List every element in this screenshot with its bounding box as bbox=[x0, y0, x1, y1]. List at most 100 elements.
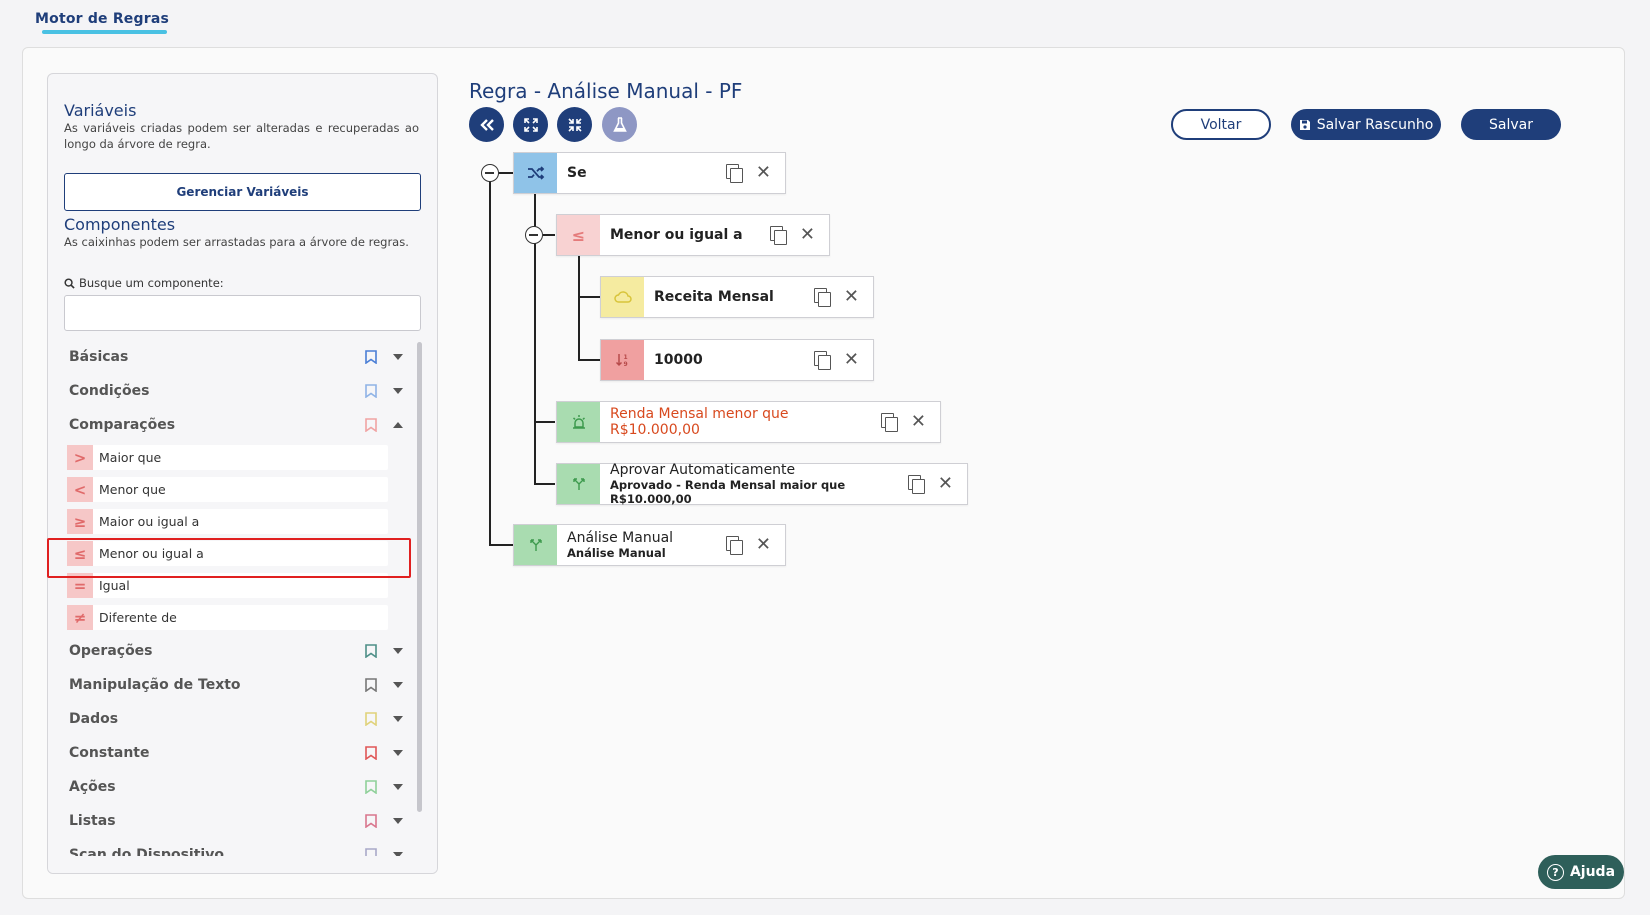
category-basicas[interactable]: Básicas bbox=[48, 340, 418, 374]
variables-description: As variáveis criadas podem ser alteradas… bbox=[64, 121, 419, 151]
close-icon[interactable]: ✕ bbox=[911, 413, 926, 431]
category-comparacoes[interactable]: Comparações bbox=[48, 408, 418, 442]
component-item[interactable]: ≥ Maior ou igual a bbox=[48, 506, 418, 538]
component-label: Igual bbox=[99, 578, 130, 593]
caret-down-icon[interactable] bbox=[393, 648, 403, 654]
category-manipulacao-texto[interactable]: Manipulação de Texto bbox=[48, 668, 418, 702]
category-dados[interactable]: Dados bbox=[48, 702, 418, 736]
tree-node-approve[interactable]: Aprovar Automaticamente Aprovado - Renda… bbox=[556, 462, 968, 506]
tree-node-constant[interactable]: 19 10000 ✕ bbox=[600, 339, 874, 381]
copy-icon[interactable] bbox=[880, 413, 898, 432]
component-item[interactable]: = Igual bbox=[48, 570, 418, 602]
manage-variables-button[interactable]: Gerenciar Variáveis bbox=[64, 173, 421, 211]
search-label: Busque um componente: bbox=[64, 276, 224, 290]
node-sublabel: Aprovado - Renda Mensal maior que R$10.0… bbox=[610, 478, 846, 506]
tree-connector bbox=[534, 483, 555, 485]
collapse-toggle[interactable] bbox=[481, 164, 499, 182]
node-label: Aprovar Automaticamente bbox=[610, 462, 796, 478]
component-item[interactable]: < Menor que bbox=[48, 474, 418, 506]
caret-down-icon[interactable] bbox=[393, 354, 403, 360]
floppy-icon bbox=[1299, 119, 1310, 130]
tree-connector bbox=[578, 255, 580, 360]
alarm-icon bbox=[557, 402, 600, 442]
expand-button[interactable] bbox=[513, 107, 548, 142]
caret-down-icon[interactable] bbox=[393, 716, 403, 722]
category-constante[interactable]: Constante bbox=[48, 736, 418, 770]
fork-icon bbox=[514, 525, 557, 565]
components-title: Componentes bbox=[64, 215, 176, 234]
close-icon[interactable]: ✕ bbox=[844, 288, 859, 306]
close-icon[interactable]: ✕ bbox=[800, 226, 815, 244]
component-item[interactable]: ≤ Menor ou igual a bbox=[48, 538, 418, 570]
tree-node-alarm[interactable]: Renda Mensal menor que R$10.000,00 ✕ bbox=[556, 401, 941, 443]
close-icon[interactable]: ✕ bbox=[756, 164, 771, 182]
bookmark-icon bbox=[365, 350, 377, 364]
component-item[interactable]: > Maior que bbox=[48, 442, 418, 474]
tree-connector bbox=[489, 172, 491, 545]
caret-down-icon[interactable] bbox=[393, 682, 403, 688]
category-condicoes[interactable]: Condições bbox=[48, 374, 418, 408]
close-icon[interactable]: ✕ bbox=[756, 536, 771, 554]
tree-connector bbox=[578, 296, 600, 298]
collapse-toggle[interactable] bbox=[525, 226, 543, 244]
bookmark-icon bbox=[365, 418, 377, 432]
less-than-icon: < bbox=[67, 477, 93, 502]
back-button[interactable]: Voltar bbox=[1171, 109, 1271, 140]
component-item[interactable]: ≠ Diferente de bbox=[48, 602, 418, 634]
bookmark-icon bbox=[365, 384, 377, 398]
double-chevron-left-icon bbox=[479, 118, 494, 131]
category-acoes[interactable]: Ações bbox=[48, 770, 418, 804]
equals-icon: = bbox=[67, 573, 93, 598]
bookmark-icon bbox=[365, 678, 377, 692]
copy-icon[interactable] bbox=[769, 226, 787, 245]
app-tab-title[interactable]: Motor de Regras bbox=[35, 11, 169, 27]
search-label-text: Busque um componente: bbox=[79, 276, 224, 290]
tree-connector bbox=[498, 172, 513, 174]
bookmark-icon bbox=[365, 780, 377, 794]
greater-equal-icon: ≥ bbox=[67, 509, 93, 534]
lte-icon: ≤ bbox=[557, 215, 600, 255]
caret-down-icon[interactable] bbox=[393, 784, 403, 790]
sidebar-scrollbar[interactable] bbox=[417, 342, 422, 812]
caret-down-icon[interactable] bbox=[393, 818, 403, 824]
caret-up-icon[interactable] bbox=[393, 422, 403, 428]
caret-down-icon[interactable] bbox=[393, 750, 403, 756]
compress-button[interactable] bbox=[557, 107, 592, 142]
caret-down-icon[interactable] bbox=[393, 388, 403, 394]
svg-text:1: 1 bbox=[623, 354, 627, 361]
copy-icon[interactable] bbox=[813, 288, 831, 307]
category-listas[interactable]: Listas bbox=[48, 804, 418, 838]
tree-node-variable[interactable]: Receita Mensal ✕ bbox=[600, 276, 874, 318]
save-draft-button[interactable]: Salvar Rascunho bbox=[1291, 109, 1441, 140]
save-draft-label: Salvar Rascunho bbox=[1316, 116, 1434, 133]
test-rule-button[interactable] bbox=[602, 107, 637, 142]
copy-icon[interactable] bbox=[907, 475, 925, 494]
not-equal-icon: ≠ bbox=[67, 605, 93, 630]
copy-icon[interactable] bbox=[813, 351, 831, 370]
bookmark-icon bbox=[365, 746, 377, 760]
copy-icon[interactable] bbox=[725, 536, 743, 555]
tree-node-manual[interactable]: Análise Manual Análise Manual ✕ bbox=[513, 524, 786, 566]
search-icon bbox=[64, 277, 75, 289]
component-search-input[interactable] bbox=[64, 295, 421, 331]
component-label: Menor que bbox=[99, 482, 166, 497]
collapse-all-button[interactable] bbox=[469, 107, 504, 142]
node-label: Análise Manual bbox=[567, 530, 674, 546]
node-label: Renda Mensal menor que R$10.000,00 bbox=[610, 406, 789, 438]
close-icon[interactable]: ✕ bbox=[844, 351, 859, 369]
list-fade bbox=[48, 856, 437, 873]
component-label: Maior ou igual a bbox=[99, 514, 200, 529]
copy-icon[interactable] bbox=[725, 164, 743, 183]
category-label: Manipulação de Texto bbox=[69, 677, 241, 693]
category-operacoes[interactable]: Operações bbox=[48, 634, 418, 668]
tree-node-if[interactable]: Se ✕ bbox=[513, 152, 786, 194]
compress-icon bbox=[567, 117, 582, 132]
category-label: Dados bbox=[69, 711, 119, 727]
save-button[interactable]: Salvar bbox=[1461, 109, 1561, 140]
tree-node-lte[interactable]: ≤ Menor ou igual a ✕ bbox=[556, 214, 830, 256]
help-button[interactable]: ? Ajuda bbox=[1538, 855, 1624, 889]
bookmark-icon bbox=[365, 712, 377, 726]
greater-than-icon: > bbox=[67, 445, 93, 470]
close-icon[interactable]: ✕ bbox=[938, 475, 953, 493]
rule-title: Regra - Análise Manual - PF bbox=[469, 79, 743, 103]
